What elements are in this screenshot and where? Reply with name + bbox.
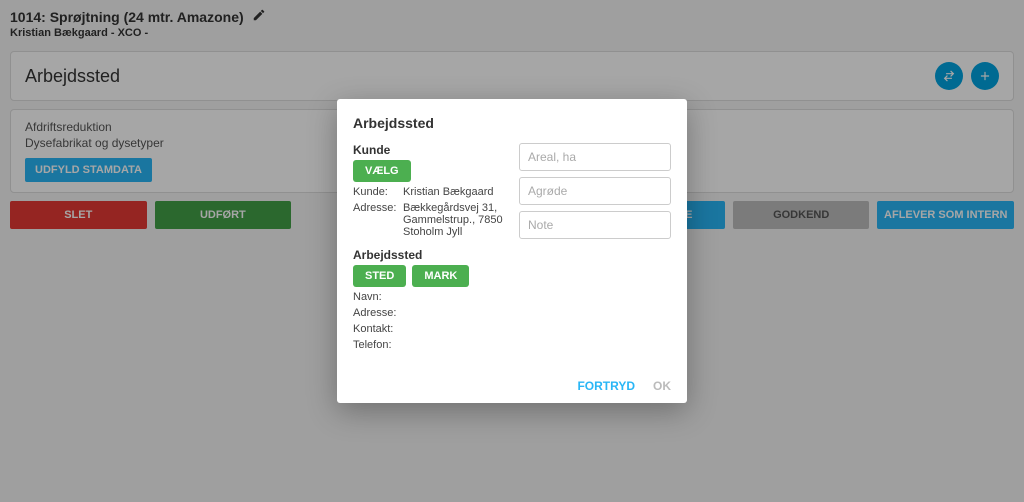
address-key: Adresse: (353, 202, 403, 238)
workplace-modal: Arbejdssted Kunde VÆLG Kunde: Kristian B… (337, 99, 687, 403)
workplace-label: Arbejdssted (353, 248, 505, 262)
customer-key: Kunde: (353, 186, 403, 198)
name-key: Navn: (353, 291, 403, 303)
areal-input[interactable] (519, 143, 671, 171)
select-customer-button[interactable]: VÆLG (353, 160, 411, 182)
address-value: Bækkegårdsvej 31, Gammelstrup., 7850 Sto… (403, 202, 505, 238)
contact-key: Kontakt: (353, 323, 403, 335)
mark-button[interactable]: MARK (412, 265, 469, 287)
customer-value: Kristian Bækgaard (403, 186, 505, 198)
contact-value (403, 323, 505, 335)
name-value (403, 291, 505, 303)
customer-label: Kunde (353, 143, 505, 157)
cancel-button[interactable]: FORTRYD (577, 379, 635, 393)
crop-input[interactable] (519, 177, 671, 205)
note-input[interactable] (519, 211, 671, 239)
address2-key: Adresse: (353, 307, 403, 319)
address2-value (403, 307, 505, 319)
modal-overlay[interactable]: Arbejdssted Kunde VÆLG Kunde: Kristian B… (0, 0, 1024, 502)
sted-button[interactable]: STED (353, 265, 406, 287)
ok-button[interactable]: OK (653, 379, 671, 393)
phone-key: Telefon: (353, 339, 403, 351)
phone-value (403, 339, 505, 351)
modal-title: Arbejdssted (353, 115, 671, 131)
